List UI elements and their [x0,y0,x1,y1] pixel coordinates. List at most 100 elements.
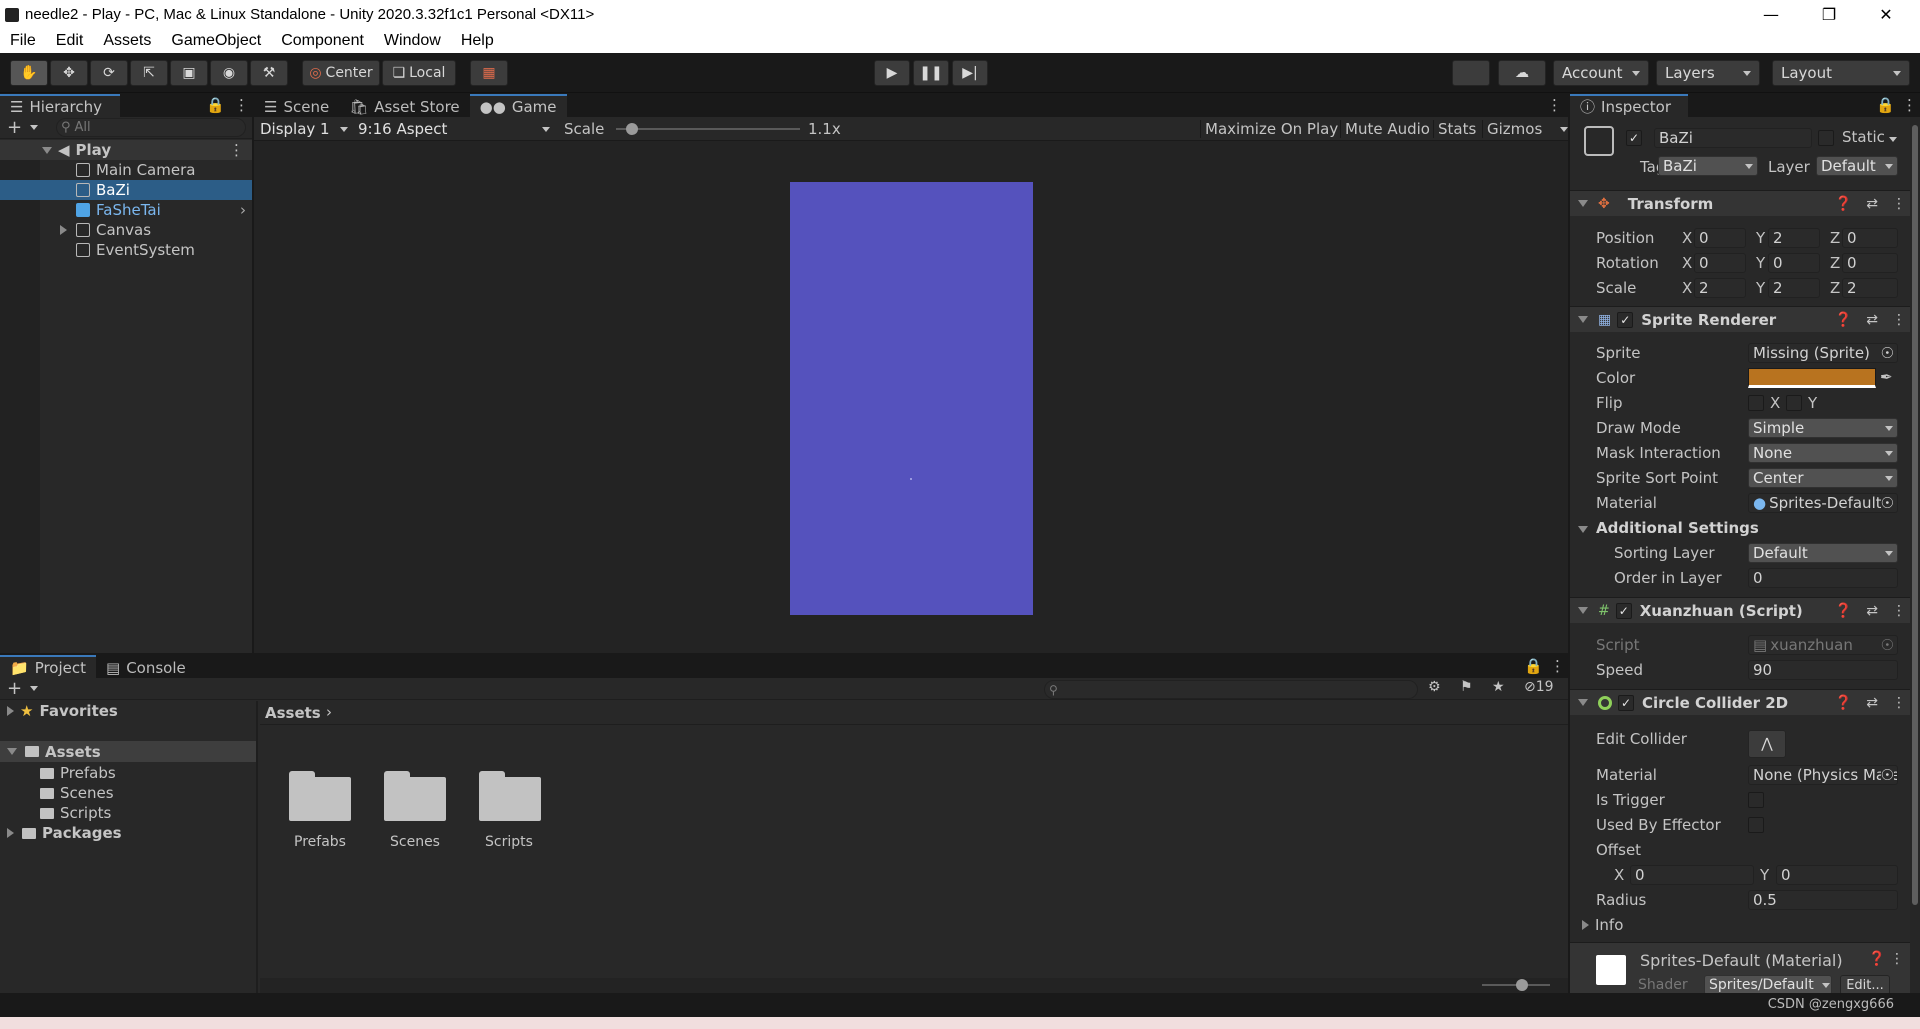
help-icon[interactable]: ❓ [1835,196,1852,212]
order-in-layer-input[interactable]: 0 [1748,568,1898,588]
material-preview-header[interactable]: Sprites-Default (Material) ❓ ⋮ Shader Sp… [1570,942,1916,993]
add-icon[interactable]: + [7,117,22,138]
custom-tool-icon[interactable]: ⚒ [250,60,288,86]
chevron-down-icon[interactable] [30,125,38,130]
help-icon[interactable]: ❓ [1835,312,1852,328]
project-search-input[interactable]: ⚲ [1044,680,1418,699]
axis-x-label[interactable]: X [1682,279,1692,297]
hierarchy-search-input[interactable]: ⚲ All [56,118,246,137]
position-x-input[interactable]: 0 [1694,228,1746,248]
scale-y-input[interactable]: 2 [1768,278,1820,298]
material-object-field[interactable]: ● Sprites-Default ☉ [1748,493,1898,513]
grid-folder-scripts-icon[interactable] [479,771,541,821]
favorite-star-icon[interactable]: ★ [1492,679,1505,695]
minimize-button[interactable]: — [1747,0,1795,29]
grid-folder-scenes-icon[interactable] [384,771,446,821]
step-button[interactable]: ▶| [952,60,988,86]
aspect-dropdown[interactable]: 9:16 Aspect [354,119,554,139]
expand-arrow-icon[interactable] [7,748,17,755]
speed-input[interactable]: 90 [1748,660,1898,680]
object-picker-icon[interactable]: ☉ [1880,494,1894,512]
kebab-menu-icon[interactable]: ⋮ [1892,312,1906,328]
draw-mode-dropdown[interactable]: Simple [1748,418,1898,438]
tag-label-icon[interactable]: ⚑ [1460,679,1473,695]
rotation-y-input[interactable]: 0 [1768,253,1820,273]
pause-button[interactable]: ❚❚ [913,60,949,86]
kebab-menu-icon[interactable]: ⋮ [234,96,249,114]
menu-help[interactable]: Help [451,32,504,50]
sprite-object-field[interactable]: Missing (Sprite) ☉ [1748,343,1898,363]
tab-console[interactable]: ▤ Console [96,655,196,678]
kebab-menu-icon[interactable]: ⋮ [1892,695,1906,711]
hierarchy-item-main-camera[interactable]: Main Camera [0,160,252,180]
expand-arrow-icon[interactable] [42,146,52,154]
used-by-effector-checkbox[interactable] [1748,817,1764,833]
preset-icon[interactable]: ⇄ [1866,695,1878,711]
play-button[interactable]: ▶ [874,60,910,86]
preset-icon[interactable]: ⇄ [1866,312,1878,328]
axis-x-label[interactable]: X [1682,254,1692,272]
chevron-down-icon[interactable] [1560,127,1568,132]
kebab-menu-icon[interactable]: ⋮ [1892,603,1906,619]
axis-z-label[interactable]: Z [1830,254,1840,272]
menu-assets[interactable]: Assets [93,32,161,50]
hierarchy-item-canvas[interactable]: Canvas [0,220,252,240]
scale-z-input[interactable]: 2 [1842,278,1898,298]
chevron-down-icon[interactable] [30,686,38,691]
scale-slider-handle[interactable] [625,123,638,135]
radius-input[interactable]: 0.5 [1748,890,1898,910]
scale-slider-track[interactable] [616,128,800,130]
info-foldout[interactable]: Info [1582,916,1623,934]
mute-audio-toggle[interactable]: Mute Audio [1340,120,1434,138]
flip-x-checkbox[interactable] [1748,395,1764,411]
hand-tool-icon[interactable]: ✋ [10,60,48,86]
kebab-menu-icon[interactable]: ⋮ [1902,96,1917,114]
menu-gameobject[interactable]: GameObject [161,32,271,50]
grid-snap-icon[interactable]: ▦ [470,60,508,86]
static-checkbox[interactable] [1818,130,1834,146]
hierarchy-item-eventsystem[interactable]: EventSystem [0,240,252,260]
offset-x-label[interactable]: X [1614,866,1624,884]
menu-edit[interactable]: Edit [46,32,94,50]
account-dropdown[interactable]: Account [1553,60,1649,86]
inspector-scrollbar[interactable] [1910,117,1920,993]
collapse-arrow-icon[interactable] [1578,699,1588,706]
axis-x-label[interactable]: X [1682,229,1692,247]
hidden-packages-toggle[interactable]: ⊘19 [1524,679,1554,695]
object-picker-icon[interactable]: ☉ [1880,766,1894,784]
tab-project[interactable]: 📁 Project [0,655,97,678]
hierarchy-item-bazi[interactable]: BaZi [0,180,252,200]
kebab-menu-icon[interactable]: ⋮ [1547,96,1562,114]
eyedropper-icon[interactable]: ✒ [1880,368,1893,386]
help-icon[interactable]: ❓ [1835,695,1852,711]
static-dropdown[interactable]: Static [1842,128,1897,146]
sprite-renderer-header[interactable]: ▦ ✓ Sprite Renderer ❓ ⇄ ⋮ [1570,306,1916,332]
icon-size-slider-handle[interactable] [1516,979,1528,991]
pivot-center-button[interactable]: ◎ Center [302,60,380,86]
object-picker-icon[interactable]: ☉ [1881,344,1894,362]
offset-y-label[interactable]: Y [1760,866,1769,884]
rect-tool-icon[interactable]: ▣ [170,60,208,86]
restore-button[interactable]: ❐ [1805,0,1853,29]
expand-arrow-icon[interactable] [7,706,14,716]
is-trigger-checkbox[interactable] [1748,792,1764,808]
menu-file[interactable]: File [0,32,46,50]
tab-hierarchy[interactable]: ☰ Hierarchy [0,94,120,117]
tree-folder-scripts[interactable]: Scripts [40,804,111,822]
help-icon[interactable]: ❓ [1868,951,1885,967]
kebab-menu-icon[interactable]: ⋮ [1892,196,1906,212]
layout-dropdown[interactable]: Layout [1772,60,1910,86]
preset-icon[interactable]: ⇄ [1866,603,1878,619]
offset-x-input[interactable]: 0 [1630,865,1754,885]
move-tool-icon[interactable]: ✥ [50,60,88,86]
position-z-input[interactable]: 0 [1842,228,1898,248]
stats-toggle[interactable]: Stats [1433,120,1480,138]
game-render-view[interactable] [790,182,1033,615]
scale-tool-icon[interactable]: ⇱ [130,60,168,86]
close-button[interactable]: ✕ [1862,0,1910,29]
circle-collider-header[interactable]: ✓ Circle Collider 2D ❓ ⇄ ⋮ [1570,689,1916,715]
active-checkbox[interactable]: ✓ [1626,130,1642,146]
collider-material-field[interactable]: None (Physics Material 2D)☉ [1748,765,1898,785]
inspector-scrollbar-thumb[interactable] [1912,125,1918,905]
lock-icon[interactable]: 🔒 [206,96,225,114]
